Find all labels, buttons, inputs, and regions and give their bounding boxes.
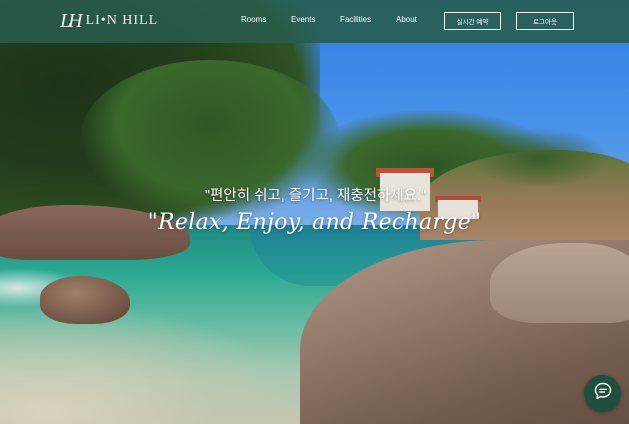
- chat-bubble-icon: [593, 381, 613, 406]
- nav-about[interactable]: About: [396, 15, 417, 24]
- realtime-reservation-button[interactable]: 실시간 예약: [444, 12, 501, 30]
- top-nav-bar: LH LI•N HILL Rooms Events Facilities Abo…: [0, 0, 629, 43]
- hero-headline-english: "Relax, Enjoy, and Recharge": [147, 210, 482, 235]
- logo[interactable]: LH LI•N HILL: [60, 10, 158, 32]
- nav-rooms[interactable]: Rooms: [241, 15, 266, 24]
- chat-button[interactable]: [584, 375, 621, 412]
- nav-events[interactable]: Events: [291, 15, 315, 24]
- nav-facilities[interactable]: Facilities: [340, 15, 371, 24]
- logo-mark: LH: [60, 9, 83, 32]
- logout-button[interactable]: 로그아웃: [516, 12, 574, 30]
- hero-headline-korean: "편안히 쉬고, 즐기고, 재충전하세요.": [204, 188, 427, 204]
- logo-text: LI•N HILL: [85, 13, 159, 28]
